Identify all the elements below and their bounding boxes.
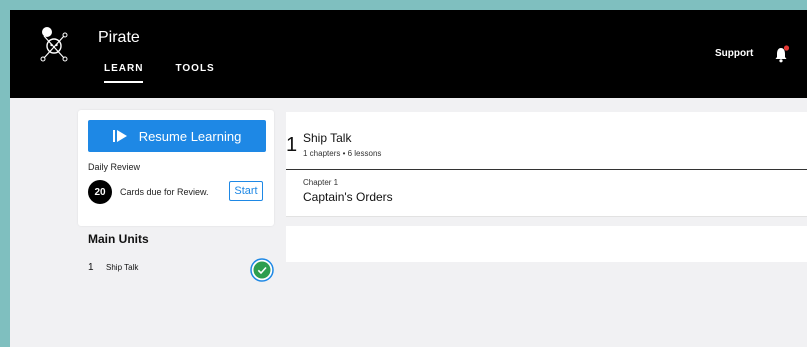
unit-name: Ship Talk — [106, 263, 139, 272]
app-title: Pirate — [98, 29, 140, 46]
unit-number: 1 — [88, 262, 94, 273]
chapter-label: Chapter 1 — [303, 178, 339, 187]
app-window: Pirate LEARN TOOLS Support Resume Learni… — [10, 10, 807, 347]
start-review-button[interactable]: Start — [229, 181, 263, 201]
check-circle-icon — [250, 258, 274, 282]
top-navigation-bar: Pirate LEARN TOOLS Support — [10, 10, 807, 98]
cards-due-text: Cards due for Review. — [120, 187, 209, 197]
skull-crossbones-icon[interactable] — [36, 26, 72, 66]
play-skip-icon — [112, 130, 127, 142]
unit-detail-number: 1 — [286, 134, 298, 156]
unit-list-item[interactable]: 1 Ship Talk — [88, 258, 278, 282]
chapter-list-item[interactable]: Chapter 1 Captain's Orders — [286, 170, 807, 216]
resume-learning-button[interactable]: Resume Learning — [88, 120, 266, 152]
daily-review-label: Daily Review — [88, 162, 141, 172]
nav-tab-learn[interactable]: LEARN — [104, 63, 144, 83]
main-nav: LEARN TOOLS — [104, 63, 215, 83]
main-units-heading: Main Units — [88, 232, 149, 246]
bell-icon[interactable] — [774, 45, 790, 63]
unit-detail-panel: 1 Ship Talk 1 chapters • 6 lessons Chapt… — [286, 112, 807, 262]
nav-tab-tools[interactable]: TOOLS — [175, 63, 214, 83]
resume-learning-label: Resume Learning — [138, 128, 242, 144]
notification-dot — [783, 45, 790, 51]
support-link[interactable]: Support — [715, 48, 753, 59]
unit-detail-meta: 1 chapters • 6 lessons — [303, 149, 382, 158]
review-card: Resume Learning Daily Review 20 Cards du… — [78, 110, 274, 226]
cards-due-count-badge: 20 — [88, 180, 112, 204]
panel-spacer — [286, 217, 807, 226]
chapter-title: Captain's Orders — [303, 190, 393, 204]
unit-detail-title: Ship Talk — [303, 131, 352, 145]
